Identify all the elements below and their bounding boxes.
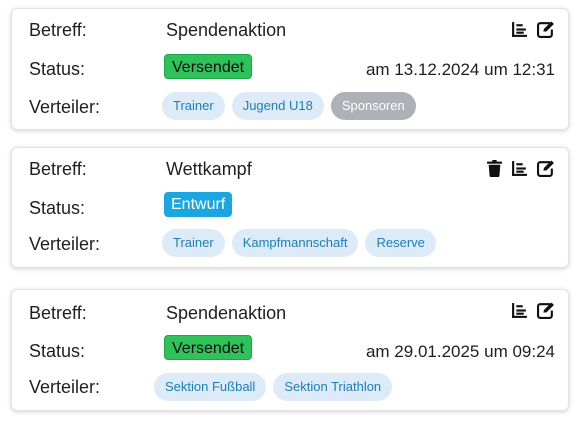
distribution-chip[interactable]: Kampfmannschaft	[231, 229, 359, 257]
card-actions	[511, 302, 555, 319]
list-icon[interactable]	[511, 302, 528, 319]
subject-value: Spendenaktion	[166, 20, 287, 40]
distribution-chips: Trainer Kampfmannschaft Reserve	[162, 229, 436, 257]
message-card: Betreff: Wettkampf Status: Entwurf Verte…	[11, 147, 569, 268]
distribution-chip[interactable]: Sektion Fußball	[154, 373, 267, 401]
card-actions	[511, 21, 555, 38]
status-label: Status:	[29, 341, 86, 361]
subject-label: Betreff:	[29, 303, 87, 323]
trash-icon[interactable]	[487, 160, 502, 177]
distribution-chip[interactable]: Trainer	[162, 229, 225, 257]
sent-date: am 29.01.2025 um 09:24	[365, 342, 555, 361]
distribution-chip[interactable]: Sponsoren	[330, 92, 416, 120]
list-icon[interactable]	[511, 21, 528, 38]
subject-label: Betreff:	[29, 159, 87, 179]
card-actions	[487, 160, 555, 177]
distribution-chip[interactable]: Trainer	[162, 92, 225, 120]
status-badge: Versendet	[164, 335, 253, 360]
subject-value: Spendenaktion	[166, 303, 287, 323]
distribution-label: Verteiler:	[29, 377, 101, 397]
message-card: Betreff: Spendenaktion Status: Versendet…	[11, 289, 569, 411]
edit-icon[interactable]	[537, 160, 555, 177]
status-badge: Versendet	[164, 54, 253, 79]
distribution-chips: Trainer Jugend U18 Sponsoren	[162, 92, 416, 120]
distribution-label: Verteiler:	[29, 97, 101, 117]
list-icon[interactable]	[511, 160, 528, 177]
distribution-chip[interactable]: Jugend U18	[231, 92, 324, 120]
subject-label: Betreff:	[29, 20, 87, 40]
subject-value: Wettkampf	[166, 159, 252, 179]
status-label: Status:	[29, 59, 86, 79]
sent-date: am 13.12.2024 um 12:31	[365, 60, 555, 79]
status-badge: Entwurf	[164, 192, 233, 217]
edit-icon[interactable]	[537, 302, 555, 319]
distribution-chip[interactable]: Sektion Triathlon	[273, 373, 393, 401]
distribution-label: Verteiler:	[29, 234, 101, 254]
distribution-chips: Sektion Fußball Sektion Triathlon	[154, 373, 393, 401]
message-card: Betreff: Spendenaktion Status: Versendet…	[11, 8, 569, 130]
edit-icon[interactable]	[537, 21, 555, 38]
distribution-chip[interactable]: Reserve	[365, 229, 436, 257]
status-label: Status:	[29, 198, 86, 218]
